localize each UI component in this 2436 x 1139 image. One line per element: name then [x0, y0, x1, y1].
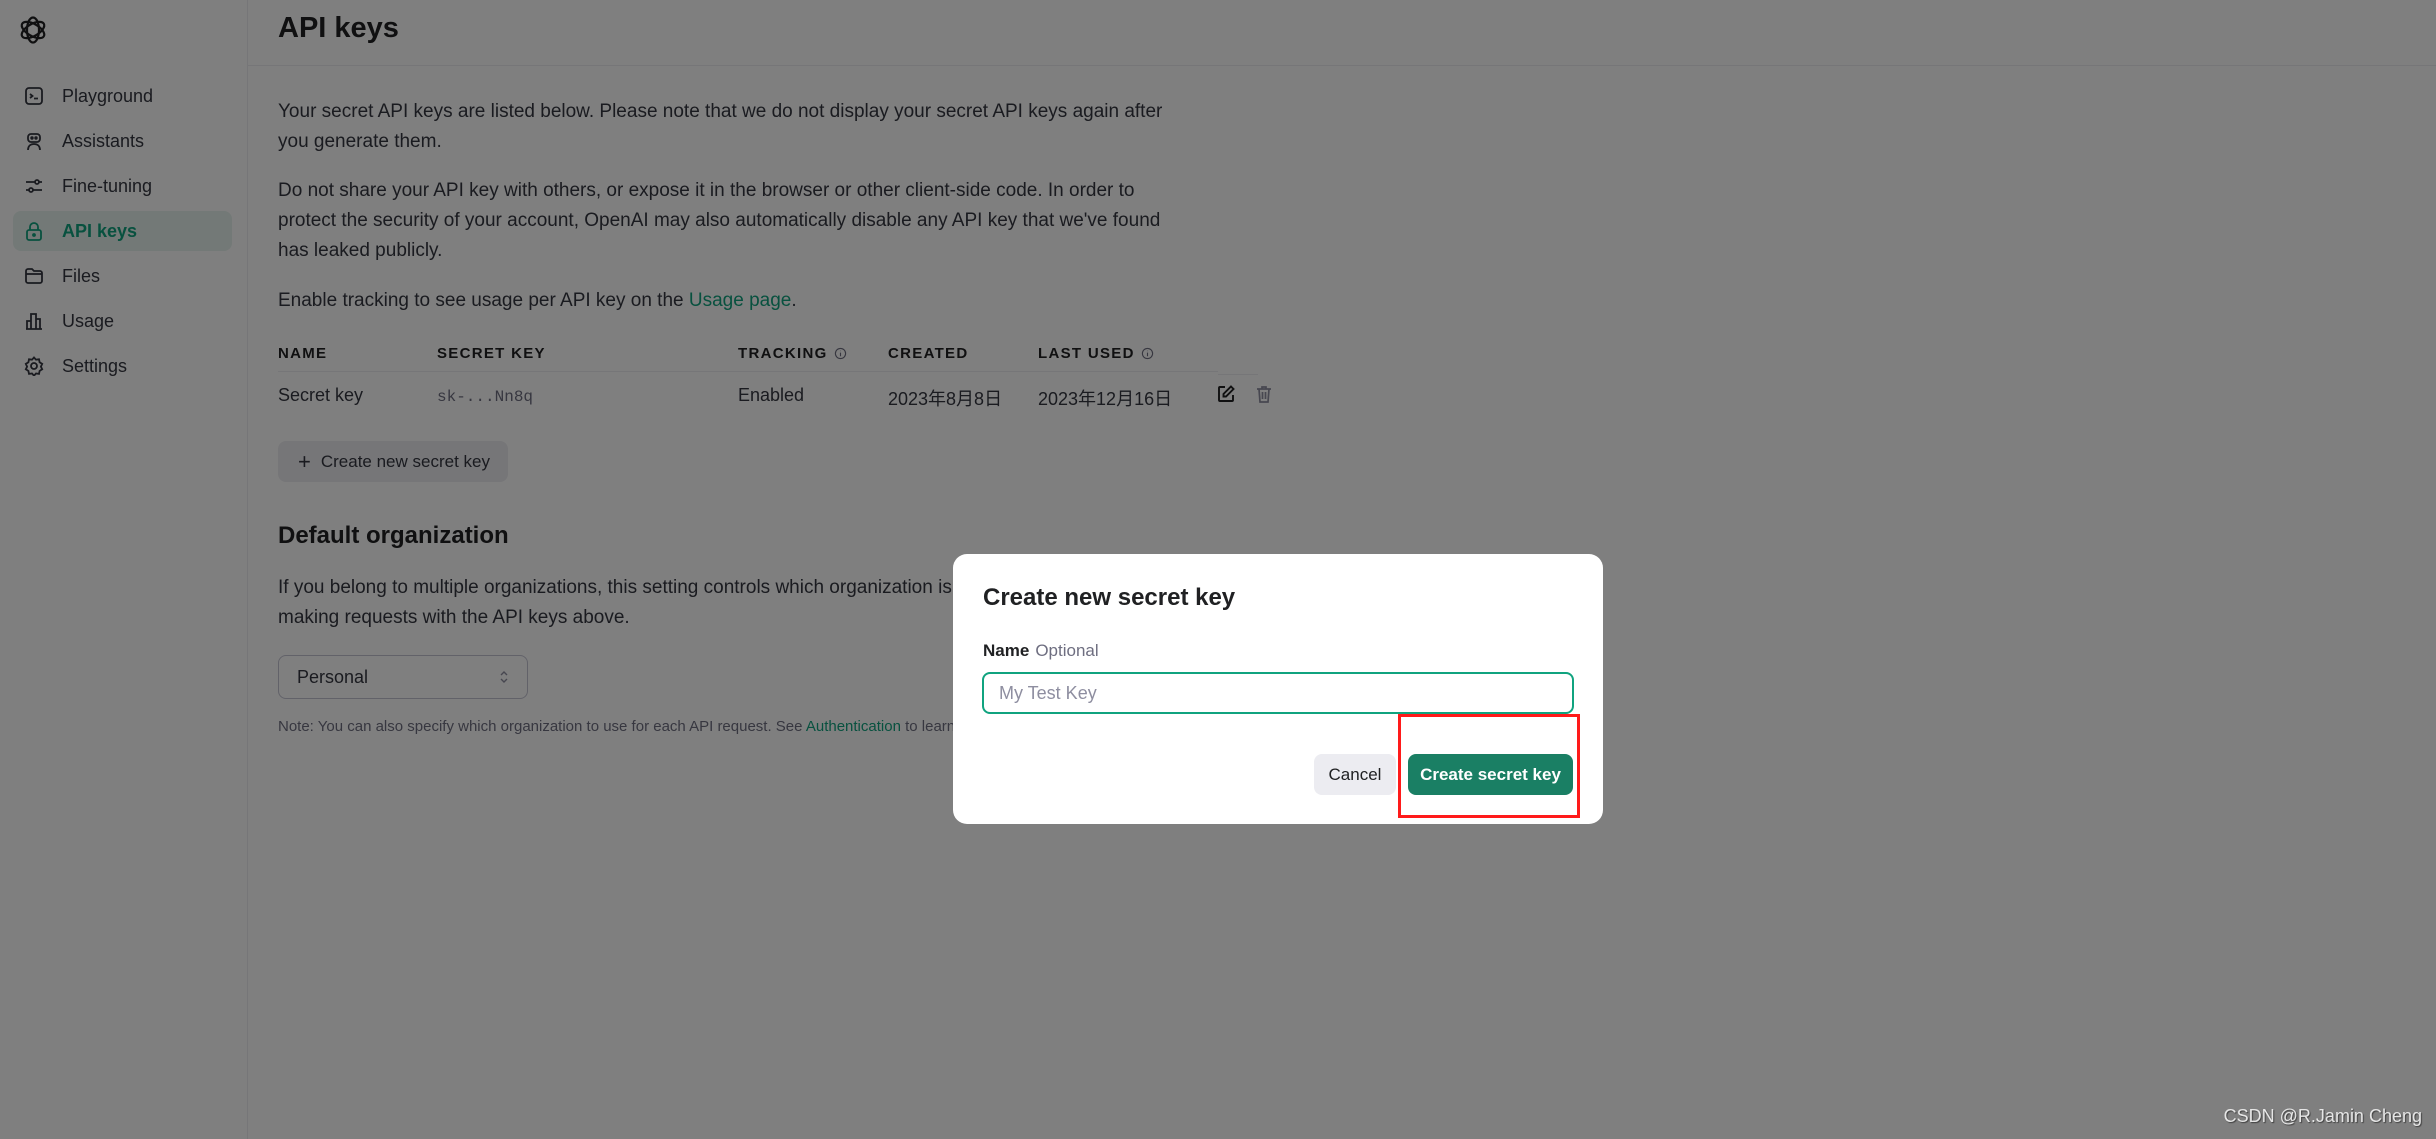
watermark: CSDN @R.Jamin Cheng [2223, 1106, 2422, 1126]
create-secret-key-button[interactable]: Create secret key [1408, 754, 1573, 795]
cancel-button[interactable]: Cancel [1314, 754, 1396, 795]
label-text: Name [983, 641, 1030, 660]
dialog-title: Create new secret key [983, 584, 1236, 611]
create-key-dialog: Create new secret key Name Optional Cance… [953, 554, 1603, 824]
key-name-input[interactable] [982, 672, 1574, 714]
optional-hint: Optional [1035, 641, 1099, 660]
name-field-label: Name Optional [983, 641, 1099, 661]
